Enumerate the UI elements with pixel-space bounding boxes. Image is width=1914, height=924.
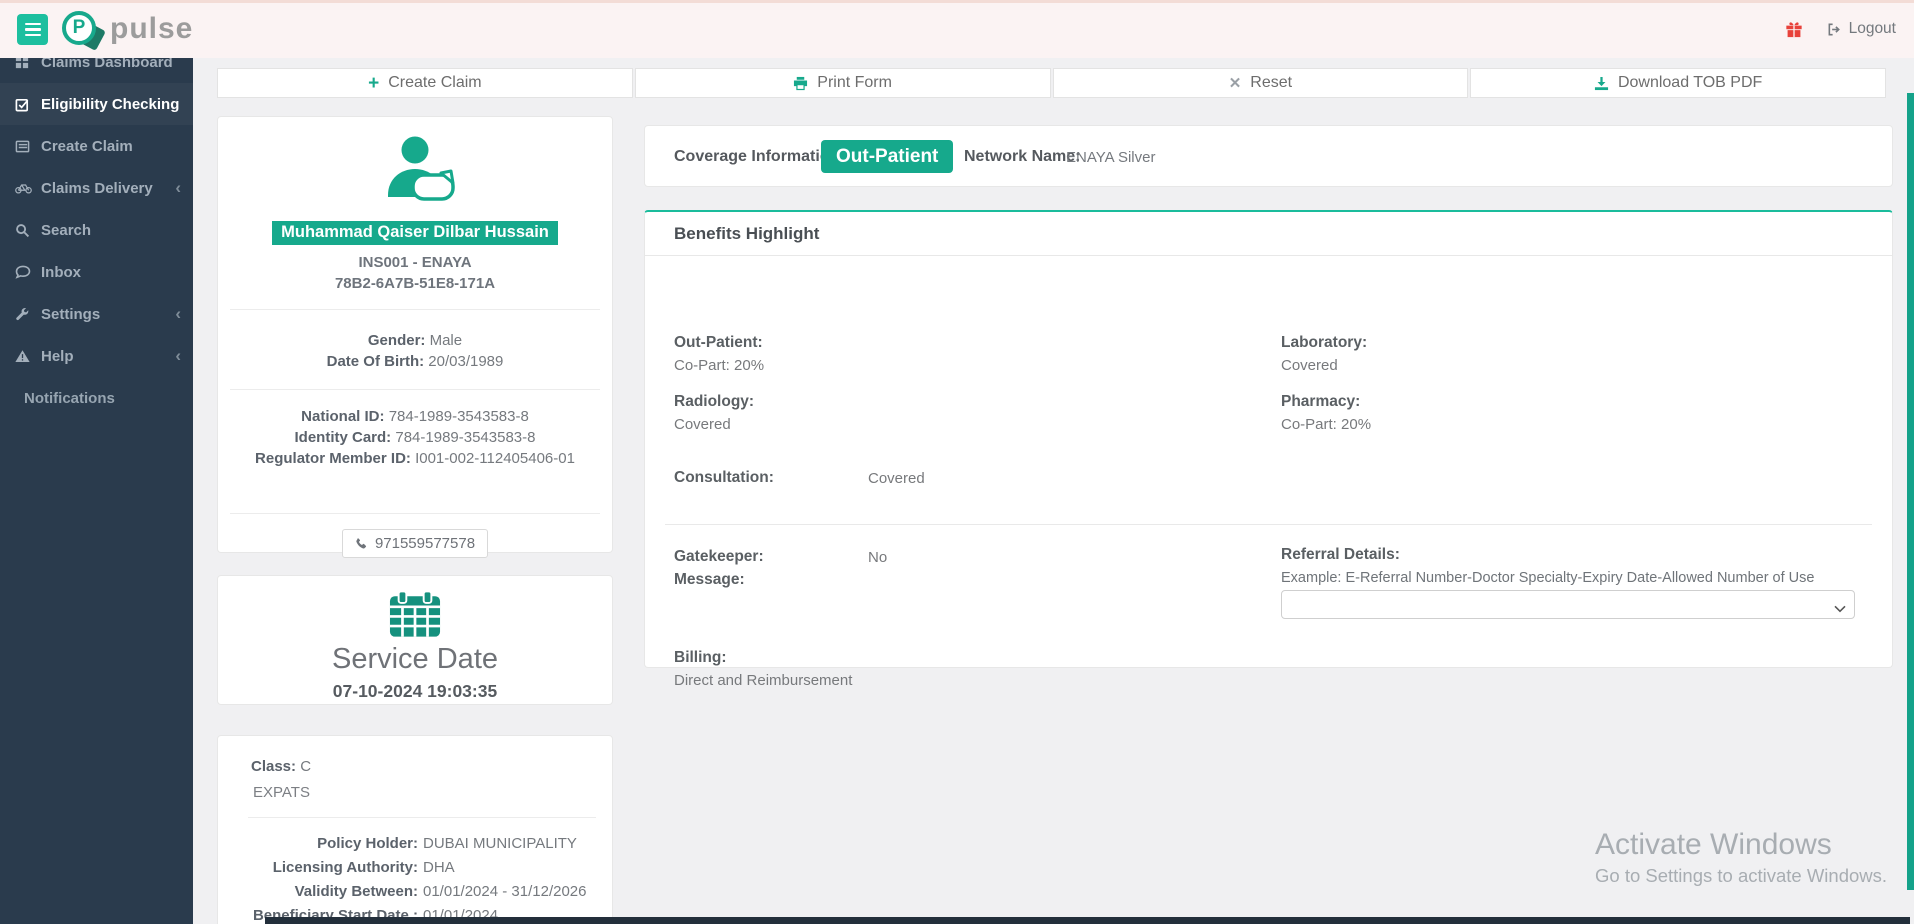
activate-windows-watermark: Activate Windows Go to Settings to activ… [1595, 828, 1888, 886]
billing-label: Billing: [674, 649, 727, 666]
top-header: P pulse Logout [0, 0, 1914, 58]
category-label: EXPATS [253, 784, 310, 801]
wrench-icon [15, 307, 41, 322]
gift-icon[interactable] [1785, 20, 1803, 38]
radiology-value: Covered [674, 416, 731, 433]
identity-card-row: Identity Card: 784-1989-3543583-8 [294, 429, 536, 446]
patient-name: Muhammad Qaiser Dilbar Hussain [272, 221, 558, 245]
chevron-left-icon: ‹ [175, 346, 181, 365]
class-row: Class: C [251, 758, 312, 775]
pharmacy-value: Co-Part: 20% [1281, 416, 1372, 433]
chevron-left-icon: ‹ [175, 304, 181, 323]
phone-icon [355, 537, 368, 550]
gatekeeper-label: Gatekeeper: [674, 548, 764, 565]
network-name-value: ENAYA Silver [1066, 149, 1156, 166]
chevron-left-icon: ‹ [175, 178, 181, 197]
form-icon [15, 139, 41, 154]
coverage-type-badge: Out-Patient [821, 140, 954, 173]
policy-card: Class: C EXPATS Policy Holder: DUBAI MUNI… [217, 735, 613, 924]
sidebar-item-create-claim[interactable]: Create Claim [0, 125, 193, 167]
benefits-highlight-panel: Benefits Highlight Out-Patient: Co-Part:… [644, 210, 1893, 689]
gatekeeper-value: No [868, 549, 888, 566]
service-date-value: 07-10-2024 19:03:35 [332, 681, 498, 701]
pharmacy-label: Pharmacy: [1281, 393, 1361, 410]
laboratory-value: Covered [1281, 357, 1338, 374]
coverage-info-card: Coverage Information: Out-Patient Networ… [644, 125, 1893, 187]
vertical-scrollbar[interactable] [1907, 93, 1914, 890]
divider [665, 524, 1872, 525]
app-logo-text: pulse [110, 12, 194, 45]
chat-icon [15, 265, 41, 279]
app-logo: P pulse [62, 9, 194, 51]
logout-icon [1827, 22, 1842, 37]
bottom-edge-bar [265, 917, 1910, 924]
menu-toggle-button[interactable] [17, 14, 48, 45]
x-icon: ✕ [1228, 74, 1242, 92]
reset-button[interactable]: ✕ Reset [1052, 68, 1469, 98]
sidebar: Claims Dashboard Eligibility Checking Cr… [0, 58, 193, 924]
outpatient-value: Co-Part: 20% [674, 357, 765, 374]
bicycle-icon [15, 182, 41, 194]
radiology-label: Radiology: [674, 393, 755, 410]
member-uid: 78B2-6A7B-51E8-171A [334, 275, 496, 292]
divider [230, 389, 600, 390]
benefits-highlight-title: Benefits Highlight [645, 212, 1892, 256]
download-tob-pdf-button[interactable]: Download TOB PDF [1470, 68, 1886, 98]
grid-icon [15, 58, 41, 69]
service-date-card: Service Date 07-10-2024 19:03:35 [217, 575, 613, 705]
consultation-value: Covered [868, 470, 925, 487]
referral-details-label: Referral Details: [1281, 546, 1400, 563]
regulator-id-row: Regulator Member ID: I001-002-112405406-… [255, 450, 575, 467]
referral-select[interactable] [1281, 590, 1855, 619]
validity-between-row: Validity Between: 01/01/2024 - 31/12/2026 [294, 883, 587, 900]
dob-row: Date Of Birth: 20/03/1989 [326, 353, 504, 370]
referral-hint: Example: E-Referral Number-Doctor Specia… [1281, 570, 1815, 586]
outpatient-label: Out-Patient: [674, 334, 763, 351]
laboratory-label: Laboratory: [1281, 334, 1368, 351]
divider [230, 513, 600, 514]
sidebar-item-search[interactable]: Search [0, 209, 193, 251]
create-claim-button[interactable]: + Create Claim [217, 68, 633, 98]
message-label: Message: [674, 571, 745, 588]
coverage-info-label: Coverage Information: [674, 148, 845, 165]
gender-row: Gender: Male [367, 332, 463, 349]
eligibility-checking-page: { "header": { "logo_text": "pulse", "log… [0, 0, 1914, 924]
billing-value: Direct and Reimbursement [674, 672, 853, 689]
insurer-id: INS001 - ENAYA [358, 254, 472, 271]
policy-holder-row: Policy Holder: DUBAI MUNICIPALITY [317, 835, 577, 852]
consultation-label: Consultation: [674, 469, 774, 486]
pulse-logo-icon: P [62, 9, 106, 51]
action-toolbar: + Create Claim Print Form ✕ Reset Downlo… [217, 68, 1886, 98]
search-icon [15, 223, 41, 238]
network-name-label: Network Name: [964, 148, 1081, 165]
service-date-title: Service Date [331, 643, 498, 675]
divider [230, 309, 600, 310]
main-content: + Create Claim Print Form ✕ Reset Downlo… [193, 58, 1914, 924]
sidebar-item-help[interactable]: Help ‹ [0, 335, 193, 377]
warning-icon [15, 349, 41, 363]
check-square-icon [15, 97, 41, 112]
plus-icon: + [368, 72, 380, 94]
phone-button[interactable]: 971559577578 [341, 529, 489, 558]
patient-avatar-icon [218, 131, 612, 211]
download-icon [1594, 76, 1609, 91]
print-form-button[interactable]: Print Form [634, 68, 1051, 98]
calendar-icon [218, 590, 612, 639]
divider [248, 817, 596, 818]
sidebar-item-notifications[interactable]: Notifications [0, 377, 193, 419]
licensing-authority-row: Licensing Authority: DHA [272, 859, 455, 876]
logout-button[interactable]: Logout [1827, 20, 1896, 38]
patient-card: Muhammad Qaiser Dilbar Hussain INS001 - … [217, 116, 613, 558]
sidebar-item-claims-dashboard[interactable]: Claims Dashboard [0, 58, 193, 83]
sidebar-item-settings[interactable]: Settings ‹ [0, 293, 193, 335]
header-top-strip [0, 0, 1914, 3]
sidebar-item-eligibility-checking[interactable]: Eligibility Checking [0, 83, 193, 125]
printer-icon [793, 76, 808, 91]
national-id-row: National ID: 784-1989-3543583-8 [301, 408, 529, 425]
sidebar-item-inbox[interactable]: Inbox [0, 251, 193, 293]
sidebar-item-claims-delivery[interactable]: Claims Delivery ‹ [0, 167, 193, 209]
